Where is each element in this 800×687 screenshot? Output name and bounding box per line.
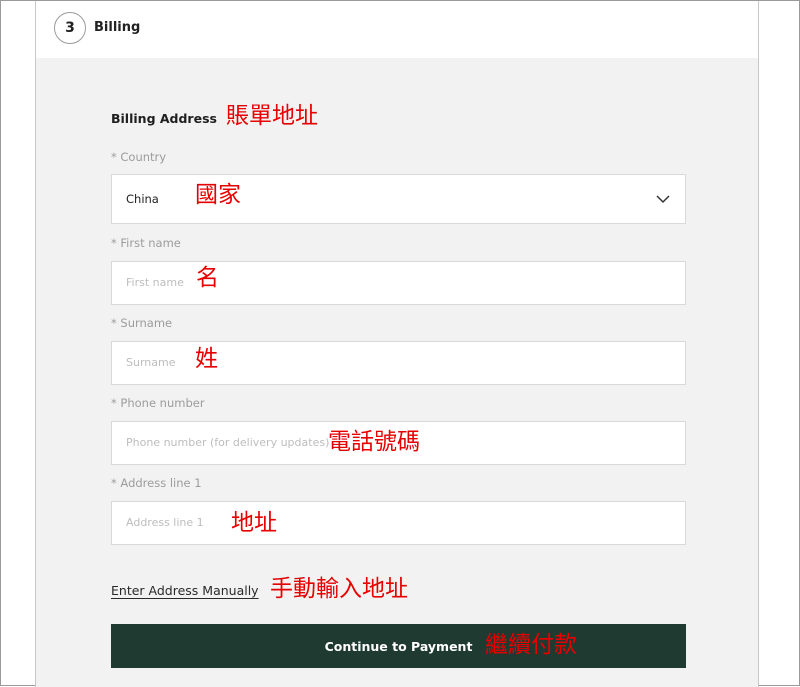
enter-address-manually-link[interactable]: Enter Address Manually	[111, 583, 259, 598]
manual-link-annotation: 手動輸入地址	[270, 576, 408, 602]
phone-placeholder: Phone number (for delivery updates)	[126, 436, 330, 449]
checkout-panel: 3 Billing Billing Address 賬單地址 * Country…	[35, 1, 759, 687]
first-name-placeholder: First name	[126, 276, 184, 289]
address-line1-placeholder: Address line 1	[126, 516, 204, 529]
first-name-label: * First name	[111, 236, 181, 250]
first-name-annotation: 名	[196, 265, 219, 291]
billing-address-annotation: 賬單地址	[226, 103, 318, 129]
address-line1-input[interactable]: Address line 1	[111, 501, 686, 545]
country-value: China	[126, 192, 159, 206]
step-number-badge: 3	[54, 12, 86, 44]
country-label: * Country	[111, 150, 167, 164]
continue-to-payment-button[interactable]: Continue to Payment	[111, 624, 686, 668]
address-line1-annotation: 地址	[231, 510, 277, 536]
step-title: Billing	[94, 20, 141, 35]
address-line1-label: * Address line 1	[111, 476, 202, 490]
phone-label: * Phone number	[111, 396, 205, 410]
continue-button-label: Continue to Payment	[324, 638, 473, 654]
continue-button-annotation: 繼續付款	[485, 632, 577, 658]
surname-label: * Surname	[111, 316, 173, 330]
surname-annotation: 姓	[195, 346, 218, 372]
country-annotation: 國家	[195, 182, 241, 208]
phone-annotation: 電話號碼	[328, 429, 420, 455]
billing-form: Billing Address 賬單地址 * Country China 國家 …	[36, 58, 758, 687]
surname-placeholder: Surname	[126, 356, 176, 369]
billing-address-title: Billing Address	[111, 111, 217, 126]
page-frame: 3 Billing Billing Address 賬單地址 * Country…	[0, 0, 800, 687]
chevron-down-icon	[656, 195, 670, 204]
step-header: 3 Billing	[36, 1, 758, 58]
